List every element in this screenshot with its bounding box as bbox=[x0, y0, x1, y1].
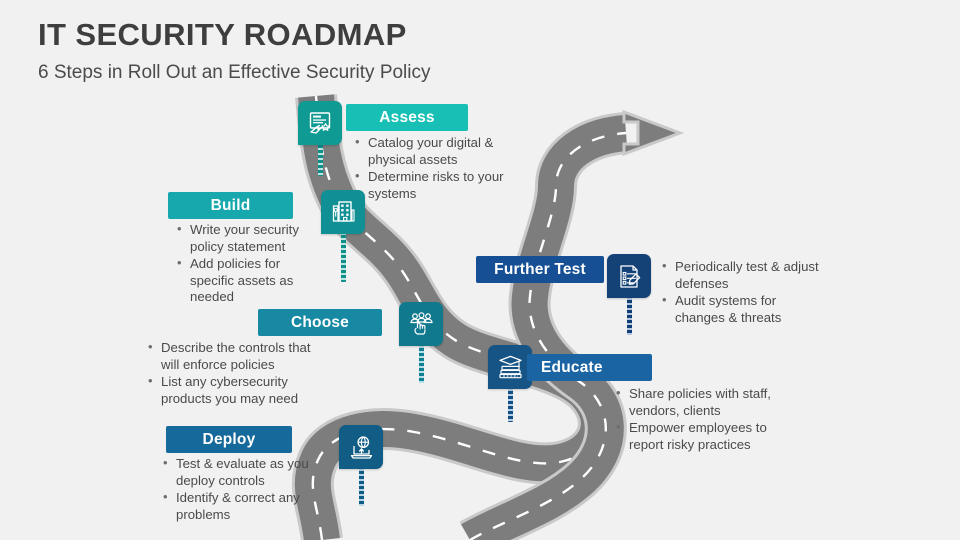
icon-tile-assess[interactable] bbox=[298, 101, 342, 145]
bullets-deploy: Test & evaluate as you deploy controls I… bbox=[163, 455, 323, 523]
bullets-build: Write your security policy statement Add… bbox=[177, 221, 317, 306]
marker-post-further-test bbox=[627, 295, 632, 335]
bullets-further-test: Periodically test & adjust defenses Audi… bbox=[662, 258, 822, 326]
slide-canvas: IT SECURITY ROADMAP 6 Steps in Roll Out … bbox=[0, 0, 960, 540]
marker-post-build bbox=[341, 230, 346, 282]
banner-label-educate: Educate bbox=[541, 358, 603, 376]
list-item: Determine risks to your systems bbox=[355, 168, 515, 202]
banner-further-test[interactable]: Further Test bbox=[476, 256, 604, 283]
banner-choose[interactable]: Choose bbox=[258, 309, 382, 336]
laptop-globe-upload-icon bbox=[350, 435, 372, 459]
banner-educate[interactable]: Educate bbox=[527, 354, 652, 381]
icon-tile-build[interactable] bbox=[321, 190, 365, 234]
banner-label-deploy: Deploy bbox=[202, 430, 256, 448]
banner-assess[interactable]: Assess bbox=[346, 104, 468, 131]
list-item: Empower employees to report risky practi… bbox=[616, 419, 776, 453]
marker-post-educate bbox=[508, 386, 513, 422]
list-item: Test & evaluate as you deploy controls bbox=[163, 455, 323, 489]
road-arrow-head bbox=[622, 109, 685, 157]
list-item: Write your security policy statement bbox=[177, 221, 317, 255]
list-item: Identify & correct any problems bbox=[163, 489, 323, 523]
graduation-books-icon bbox=[498, 355, 522, 378]
list-item: Share policies with staff, vendors, clie… bbox=[616, 385, 776, 419]
list-item: Audit systems for changes & threats bbox=[662, 292, 822, 326]
banner-build[interactable]: Build bbox=[168, 192, 293, 219]
checklist-hand-icon bbox=[309, 112, 331, 134]
marker-post-choose bbox=[419, 343, 424, 383]
list-item: Add policies for specific assets as need… bbox=[177, 255, 317, 306]
banner-label-build: Build bbox=[210, 196, 251, 214]
list-item: List any cybersecurity products you may … bbox=[148, 373, 323, 407]
banner-deploy[interactable]: Deploy bbox=[166, 426, 292, 453]
people-select-icon bbox=[409, 311, 433, 335]
icon-tile-educate[interactable] bbox=[488, 345, 532, 389]
marker-post-deploy bbox=[359, 466, 364, 506]
bullets-choose: Describe the controls that will enforce … bbox=[148, 339, 323, 407]
marker-post-assess bbox=[318, 140, 323, 176]
building-icon bbox=[332, 201, 355, 222]
icon-tile-choose[interactable] bbox=[399, 302, 443, 346]
banner-label-choose: Choose bbox=[290, 313, 350, 331]
banner-label-further-test: Further Test bbox=[494, 260, 586, 278]
banner-label-assess: Assess bbox=[379, 108, 435, 126]
list-item: Catalog your digital & physical assets bbox=[355, 134, 515, 168]
list-item: Describe the controls that will enforce … bbox=[148, 339, 323, 373]
list-item: Periodically test & adjust defenses bbox=[662, 258, 822, 292]
bullets-assess: Catalog your digital & physical assets D… bbox=[355, 134, 515, 202]
icon-tile-further-test[interactable] bbox=[607, 254, 651, 298]
clipboard-pencil-icon bbox=[619, 264, 640, 288]
icon-tile-deploy[interactable] bbox=[339, 425, 383, 469]
bullets-educate: Share policies with staff, vendors, clie… bbox=[616, 385, 776, 453]
